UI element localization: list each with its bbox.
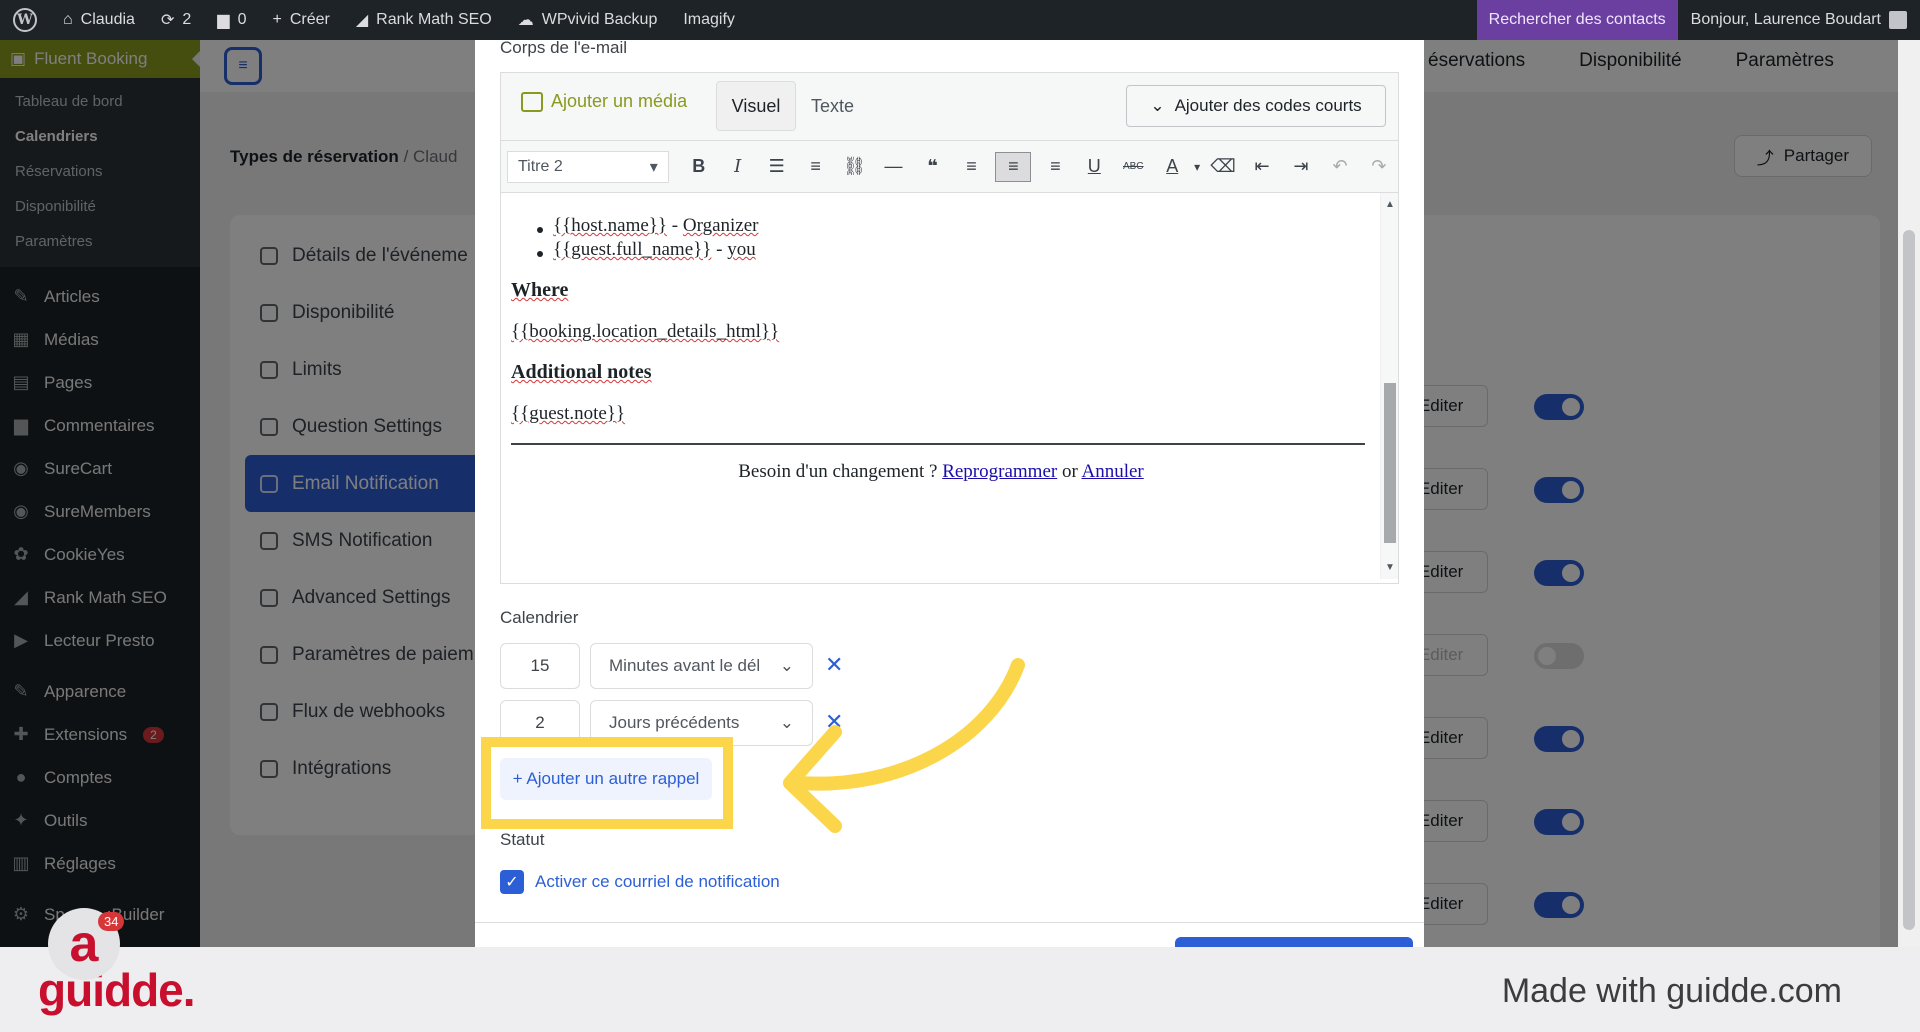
add-shortcodes-button[interactable]: ⌄ Ajouter des codes courts	[1126, 85, 1386, 127]
align-center-icon[interactable]: ≡	[995, 151, 1032, 182]
list-item: {{host.name}} - Organizer	[553, 215, 759, 236]
comments-link[interactable]: ▆ 0	[204, 0, 259, 40]
site-name-link[interactable]: ⌂ Claudia	[50, 0, 148, 40]
scroll-up-icon[interactable]: ▲	[1385, 199, 1395, 210]
reminder-value-input[interactable]: 15	[500, 643, 580, 689]
redo-icon[interactable]: ↷	[1364, 152, 1394, 182]
underline-icon[interactable]: U	[1079, 152, 1109, 182]
my-account-menu[interactable]: Bonjour, Laurence Boudart	[1678, 0, 1920, 40]
wpvivid-menu[interactable]: ☁ WPvivid Backup	[505, 0, 671, 40]
italic-icon[interactable]: I	[723, 152, 753, 182]
rankmath-menu[interactable]: ◢ Rank Math SEO	[343, 0, 505, 40]
made-with-text: Made with guidde.com	[1501, 972, 1842, 1010]
comment-icon: ▆	[217, 12, 230, 29]
outdent-icon[interactable]: ⇤	[1247, 152, 1277, 182]
updates-link[interactable]: ⟳ 2	[148, 0, 204, 40]
guidde-footer: guidde. Made with guidde.com	[0, 947, 1920, 1032]
numbered-list-icon[interactable]: ≡	[801, 152, 831, 182]
modal-footer-divider	[475, 922, 1424, 923]
status-label: Statut	[500, 830, 545, 849]
bullet-list-icon[interactable]: ☰	[762, 152, 792, 182]
where-heading: Where	[511, 279, 569, 301]
notes-code: {{guest.note}}	[511, 403, 626, 424]
email-body-label: Corps de l'e-mail	[500, 40, 628, 57]
bold-icon[interactable]: B	[684, 152, 714, 182]
cloud-icon: ☁	[517, 12, 534, 29]
blockquote-icon[interactable]: ❝	[918, 152, 948, 182]
check-icon: ✓	[505, 874, 519, 891]
reminder-unit-select[interactable]: Minutes avant le dél ⌄	[590, 643, 813, 689]
editor-content[interactable]: {{host.name}} - Organizer {{guest.full_n…	[501, 193, 1381, 573]
page-scrollbar[interactable]	[1898, 40, 1920, 947]
home-icon: ⌂	[63, 11, 73, 28]
avatar	[1889, 11, 1907, 29]
wysiwyg-editor: Ajouter un média Visuel Texte ⌄ Ajouter …	[500, 72, 1399, 584]
save-button[interactable]	[1175, 937, 1413, 947]
eraser-icon[interactable]: ⌫	[1208, 152, 1238, 182]
divider	[511, 443, 1365, 445]
calendar-label: Calendrier	[500, 608, 579, 627]
text-color-icon[interactable]: A	[1157, 152, 1187, 182]
bullet-dot	[537, 227, 543, 233]
scroll-down-icon[interactable]: ▼	[1385, 562, 1395, 573]
caret-down-icon: ▾	[649, 158, 658, 176]
chevron-down-icon: ⌄	[779, 656, 794, 675]
notes-heading: Additional notes	[511, 361, 652, 383]
add-media-button[interactable]: Ajouter un média	[521, 91, 687, 112]
align-left-icon[interactable]: ≡	[956, 152, 986, 182]
activate-notification-label[interactable]: Activer ce courriel de notification	[535, 872, 780, 892]
bullet-dot	[537, 251, 543, 257]
horizontal-rule-icon[interactable]: —	[879, 152, 909, 182]
tab-visual[interactable]: Visuel	[716, 81, 796, 131]
wordpress-icon: W	[13, 8, 37, 32]
plus-icon: +	[272, 11, 282, 28]
align-right-icon[interactable]: ≡	[1040, 152, 1070, 182]
indent-icon[interactable]: ⇥	[1286, 152, 1316, 182]
list-item: {{guest.full_name}} - you	[553, 239, 756, 260]
rankmath-icon: ◢	[355, 12, 369, 29]
search-contacts-button[interactable]: Rechercher des contacts	[1476, 0, 1678, 40]
editor-header: Ajouter un média Visuel Texte ⌄ Ajouter …	[501, 73, 1398, 141]
wp-admin-bar: W ⌂ Claudia ⟳ 2 ▆ 0 + Créer ◢ Rank Math SEO ☁…	[0, 0, 1920, 40]
where-code: {{booking.location_details_html}}	[511, 321, 780, 342]
email-footer-line: Besoin d'un changement ? Reprogrammer or…	[738, 461, 1144, 482]
cancel-link[interactable]: Annuler	[1081, 461, 1143, 482]
format-select[interactable]: Titre 2 ▾	[507, 150, 669, 183]
remove-reminder-icon[interactable]: ✕	[825, 709, 843, 735]
chevron-down-icon: ⌄	[779, 713, 794, 732]
undo-icon[interactable]: ↶	[1325, 152, 1355, 182]
color-caret-icon[interactable]: ▾	[1191, 152, 1203, 182]
strikethrough-icon[interactable]: ABC	[1118, 152, 1148, 182]
refresh-icon: ⟳	[160, 12, 175, 29]
chevron-down-icon: ⌄	[1150, 96, 1165, 115]
tab-text[interactable]: Texte	[811, 81, 854, 131]
remove-reminder-icon[interactable]: ✕	[825, 652, 843, 678]
activate-notification-checkbox[interactable]: ✓	[500, 870, 524, 894]
scroll-thumb[interactable]	[1384, 383, 1396, 543]
imagify-menu[interactable]: Imagify	[670, 0, 748, 40]
media-icon	[521, 91, 543, 112]
notification-badge: 34	[98, 912, 125, 931]
new-content-menu[interactable]: + Créer	[259, 0, 342, 40]
wp-logo-menu[interactable]: W	[0, 0, 50, 40]
editor-scrollbar[interactable]: ▲ ▼	[1380, 193, 1398, 579]
link-icon[interactable]: ⛓	[840, 152, 870, 182]
reschedule-link[interactable]: Reprogrammer	[942, 461, 1057, 482]
editor-toolbar: Titre 2 ▾ B I ☰ ≡ ⛓ — ❝ ≡ ≡ ≡ U ABC A ▾ ⌫…	[501, 141, 1398, 193]
highlight-box	[481, 737, 733, 829]
